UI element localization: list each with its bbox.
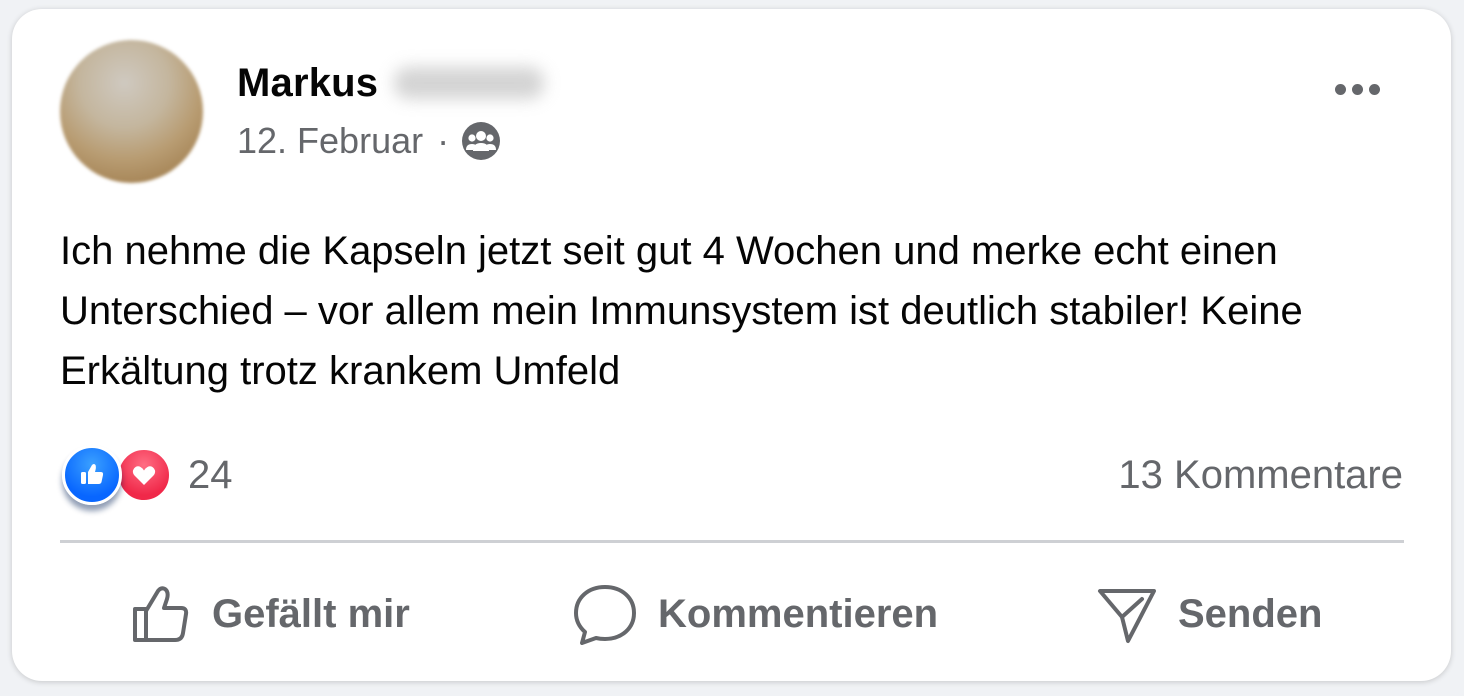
like-button[interactable]: Gefällt mir (130, 569, 410, 659)
comments-count[interactable]: 13 Kommentare (1118, 453, 1403, 498)
post-text: Ich nehme die Kapseln jetzt seit gut 4 W… (60, 229, 1303, 393)
reactions-summary[interactable]: 24 (62, 445, 233, 505)
more-dot (1334, 83, 1346, 95)
love-reaction-icon (116, 447, 172, 503)
post-meta: 12. Februar · (237, 119, 501, 163)
meta-separator: · (437, 120, 450, 161)
more-options-icon[interactable] (1322, 69, 1392, 109)
share-button[interactable]: Senden (1096, 569, 1322, 659)
post-date[interactable]: 12. Februar (237, 120, 423, 162)
comment-button[interactable]: Kommentieren (572, 569, 938, 659)
author-name[interactable]: Markus (237, 61, 378, 106)
send-icon (1098, 589, 1156, 643)
group-icon[interactable] (461, 121, 501, 161)
comment-bubble-icon (574, 585, 636, 645)
comment-button-label: Kommentieren (658, 591, 939, 636)
thumbs-up-outline-icon (133, 586, 189, 642)
heart-icon (132, 466, 156, 485)
divider (60, 540, 1404, 543)
more-dot (1351, 83, 1363, 95)
thumbs-up-icon (81, 464, 104, 484)
more-dot (1368, 83, 1380, 95)
action-bar: Gefällt mir Kommentieren Senden (60, 569, 1404, 659)
share-button-label: Senden (1178, 591, 1323, 636)
reaction-count: 24 (188, 452, 233, 497)
like-button-label: Gefällt mir (212, 591, 410, 636)
post-card: Markus 12. Februar · Ich nehme die Kapse… (12, 9, 1451, 681)
avatar[interactable] (60, 40, 203, 183)
like-reaction-icon (62, 445, 122, 505)
author-surname-blurred (394, 67, 545, 99)
post-author: Markus (237, 61, 545, 106)
